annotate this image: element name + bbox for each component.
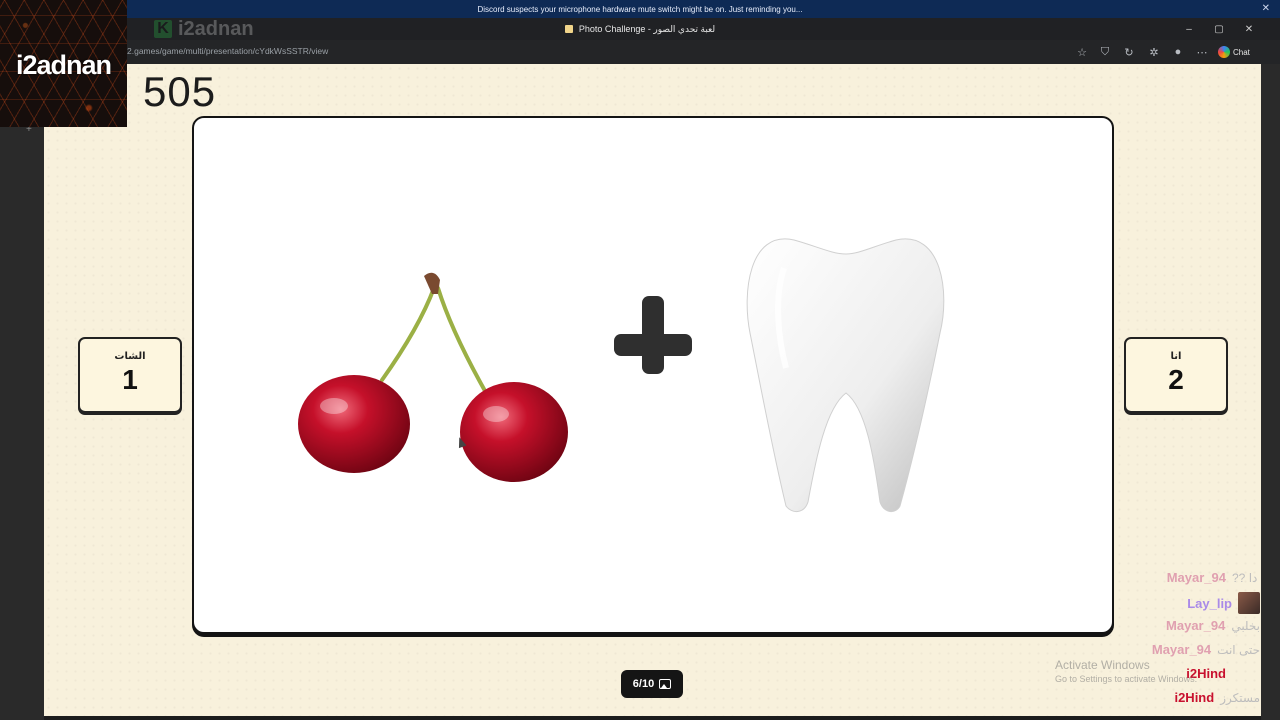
score-display: 505 (143, 68, 217, 115)
chat-username: Mayar_94 (1151, 642, 1212, 657)
chat-username: Lay_lip (1187, 595, 1232, 611)
counter-text: 6/10 (632, 678, 655, 690)
page-favicon (564, 25, 573, 33)
user-avatar (1238, 592, 1260, 614)
tooth-icon (746, 238, 945, 512)
question-counter: 6/10 (621, 670, 683, 698)
windows-activation-watermark: Activate Windows Go to Settings to activ… (1055, 658, 1197, 686)
chat-label: Chat (1233, 47, 1250, 57)
discord-notice-bar: Discord suspects your microphone hardwar… (0, 0, 1280, 18)
url-field[interactable]: 2.games/game/multi/presentation/cYdkWsSS… (127, 46, 328, 56)
extensions-icon[interactable]: ✲ (1146, 44, 1162, 60)
maximize-icon[interactable]: ▢ (1204, 18, 1234, 40)
chat-message: i2Hind (1186, 666, 1260, 681)
chat-username: Mayar_94 (1166, 570, 1226, 585)
chat-username: i2Hind (1174, 690, 1215, 705)
scrollbar-strip[interactable] (1261, 64, 1280, 720)
image-icon (659, 679, 672, 689)
chat-message: Mayar_94 ?? دا (1167, 570, 1260, 585)
minimize-icon[interactable]: – (1174, 18, 1204, 40)
chat-username: Mayar_94 (1166, 618, 1226, 633)
team-points: 1 (122, 364, 138, 395)
team-box-me: انا 2 (1124, 337, 1228, 413)
chat-text: بخلبي (1231, 618, 1260, 633)
chat-text: ?? دا (1232, 570, 1258, 585)
close-icon[interactable]: ✕ (1262, 3, 1270, 14)
chat-overlay: Mayar_94 ?? دا Lay_lip Mayar_94 بخلبي Ma… (960, 566, 1260, 716)
photo-card (192, 116, 1114, 634)
plus-icon (614, 296, 692, 374)
streamer-name: i2adnan (15, 50, 112, 80)
address-bar: 2.games/game/multi/presentation/cYdkWsSS… (0, 40, 1280, 64)
cherries-icon (298, 272, 568, 482)
refresh-icon[interactable]: ↻ (1121, 44, 1137, 60)
star-icon[interactable]: ☆ (1074, 44, 1090, 60)
watermark-title: Activate Windows (1055, 658, 1150, 672)
puzzle-image (298, 238, 945, 512)
watermark-subtitle: Go to Settings to activate Windows. (1055, 674, 1198, 684)
chat-text: مستكرز (1220, 690, 1260, 705)
profile-icon[interactable]: ● (1170, 44, 1186, 60)
chat-message: Mayar_94 حتى انت (1152, 642, 1260, 657)
team-label: الشات (114, 351, 146, 362)
shield-icon[interactable]: ⛉ (1097, 44, 1113, 60)
chat-text: حتى انت (1217, 642, 1260, 657)
team-label: انا (1170, 351, 1182, 362)
more-icon[interactable]: ⋯ (1194, 44, 1210, 60)
streamer-webcam-overlay: i2adnan (0, 0, 127, 127)
chat-message: Mayar_94 بخلبي (1166, 618, 1260, 633)
copilot-chat-button[interactable]: Chat (1218, 44, 1250, 60)
window-titlebar: Photo Challenge - لعبة تحدي الصور – ▢ ✕ (0, 18, 1280, 40)
notice-text: Discord suspects your microphone hardwar… (477, 4, 803, 14)
close-window-icon[interactable]: ✕ (1234, 18, 1264, 40)
window-title: Photo Challenge - لعبة تحدي الصور (578, 23, 716, 34)
team-points: 2 (1168, 364, 1184, 395)
chat-message: i2Hind مستكرز (1174, 690, 1260, 705)
copilot-icon (1218, 46, 1230, 58)
team-box-chat: الشات 1 (78, 337, 182, 413)
chat-message: Lay_lip (1187, 592, 1260, 614)
sidebar-strip: + (0, 64, 44, 720)
